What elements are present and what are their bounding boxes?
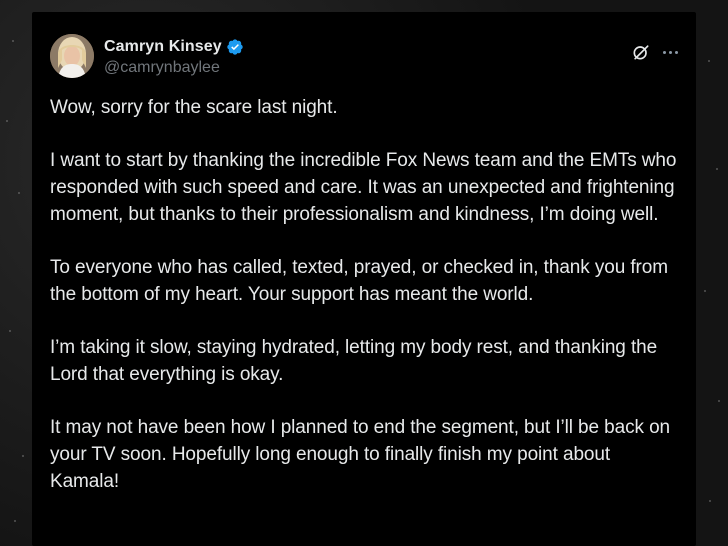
tweet-paragraph: I’m taking it slow, staying hydrated, le… — [50, 337, 658, 385]
tweet-paragraph: Wow, sorry for the scare last night. — [50, 97, 338, 118]
more-dot — [675, 50, 678, 54]
tweet-card: Camryn Kinsey @camrynbaylee Wow, sorry f… — [32, 12, 696, 546]
tweet-top-actions — [631, 42, 678, 62]
avatar-image — [50, 34, 94, 78]
backdrop-speck — [22, 455, 24, 457]
backdrop-speck — [14, 520, 16, 522]
tweet-text: Wow, sorry for the scare last night. I w… — [50, 94, 678, 495]
tweet-paragraph: To everyone who has called, texted, pray… — [50, 257, 668, 305]
backdrop-speck — [704, 290, 706, 292]
backdrop-speck — [708, 60, 710, 62]
backdrop-speck — [18, 192, 20, 194]
backdrop-speck — [9, 330, 11, 332]
more-dot — [663, 50, 666, 54]
verified-badge-icon — [226, 38, 244, 56]
backdrop-speck — [716, 168, 718, 170]
name-row: Camryn Kinsey — [104, 36, 244, 58]
grok-icon[interactable] — [631, 42, 651, 62]
backdrop-speck — [709, 500, 711, 502]
backdrop-speck — [6, 120, 8, 122]
tweet-paragraph: I want to start by thanking the incredib… — [50, 150, 677, 225]
avatar[interactable] — [50, 34, 94, 78]
tweet-paragraph: It may not have been how I planned to en… — [50, 417, 671, 492]
backdrop-speck — [718, 400, 720, 402]
more-dot — [669, 50, 672, 54]
author-display-name[interactable]: Camryn Kinsey — [104, 38, 222, 56]
author-block: Camryn Kinsey @camrynbaylee — [104, 36, 244, 77]
backdrop-speck — [12, 40, 14, 42]
author-handle[interactable]: @camrynbaylee — [104, 59, 244, 77]
more-options-icon[interactable] — [663, 42, 678, 62]
